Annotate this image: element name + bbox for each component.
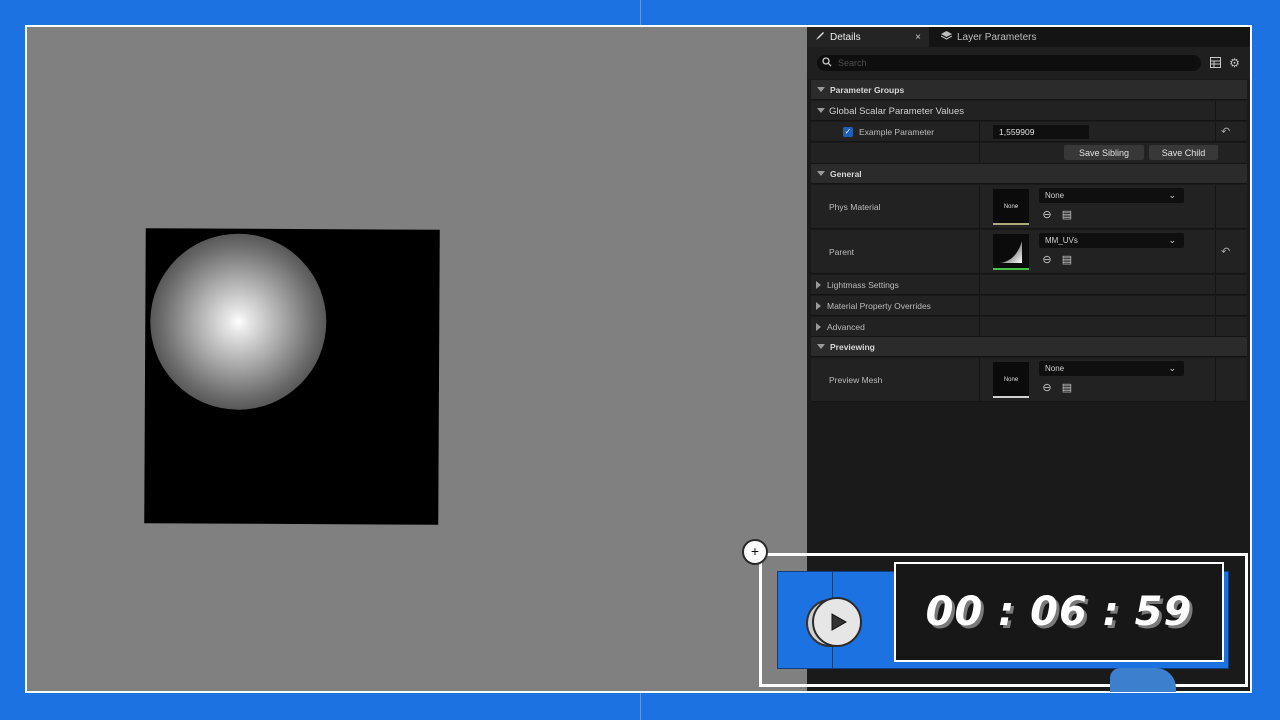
column-divider [979, 230, 980, 273]
phys-material-thumbnail[interactable]: None [993, 189, 1029, 225]
asset-color-bar [993, 223, 1029, 225]
section-previewing[interactable]: Previewing [811, 337, 1247, 357]
tab-layer-parameters-label: Layer Parameters [957, 31, 1037, 43]
search-box[interactable] [817, 55, 1201, 71]
column-divider [1215, 122, 1216, 141]
property-label: Example Parameter [859, 127, 935, 137]
section-general[interactable]: General [811, 164, 1247, 184]
group-title: Global Scalar Parameter Values [829, 106, 964, 117]
preview-mesh-thumbnail[interactable]: None [993, 362, 1029, 398]
example-parameter-value-field[interactable]: 1,559909 [993, 125, 1089, 139]
preview-mesh-combo[interactable]: None ⌄ [1039, 361, 1184, 376]
add-button[interactable]: + [742, 539, 768, 565]
section-advanced[interactable]: Advanced [811, 317, 1247, 337]
tab-details-label: Details [830, 31, 861, 43]
reset-to-default-icon[interactable]: ↶ [1221, 125, 1230, 138]
group-global-scalar[interactable]: Global Scalar Parameter Values [811, 101, 1247, 121]
search-icon [822, 57, 832, 69]
search-row: ⚙ [807, 47, 1250, 79]
section-title: Previewing [830, 341, 875, 352]
property-row-preview-mesh: Preview Mesh None None ⌄ ⊖ ▤ [811, 358, 1247, 402]
browse-folder-icon[interactable]: ▤ [1061, 254, 1073, 266]
chevron-down-icon: ⌄ [1168, 190, 1176, 200]
property-row-example-parameter: ✓ Example Parameter 1,559909 ↶ [811, 122, 1247, 142]
use-selected-asset-icon[interactable]: ⊖ [1041, 209, 1053, 221]
property-label: Phys Material [829, 202, 881, 212]
asset-color-bar [993, 268, 1029, 270]
caret-right-icon [816, 301, 821, 310]
search-input[interactable] [836, 57, 1180, 69]
section-title: General [830, 168, 862, 179]
tab-layer-parameters[interactable]: Layer Parameters [933, 27, 1063, 47]
play-button[interactable] [812, 597, 862, 647]
caret-down-icon [817, 87, 825, 92]
chevron-down-icon: ⌄ [1168, 235, 1176, 245]
tab-bar: Details × Layer Parameters [807, 27, 1250, 47]
phys-material-combo[interactable]: None ⌄ [1039, 188, 1184, 203]
column-divider [1215, 358, 1216, 401]
uv-gradient-thumbnail-icon [1000, 241, 1022, 263]
caret-right-icon [816, 280, 821, 289]
column-divider [979, 358, 980, 401]
timer-display: 00 : 06 : 59 [894, 562, 1224, 662]
save-buttons-row: Save Sibling Save Child [811, 143, 1247, 164]
radial-gradient-spot [149, 233, 327, 411]
section-title: Material Property Overrides [827, 300, 931, 311]
brush-icon [815, 31, 825, 44]
save-sibling-button[interactable]: Save Sibling [1064, 145, 1144, 160]
column-divider [1215, 275, 1216, 294]
section-lightmass-settings[interactable]: Lightmass Settings [811, 275, 1247, 295]
column-divider [979, 122, 980, 141]
timer-text: 00 : 06 : 59 [925, 589, 1193, 635]
caret-down-icon [817, 108, 825, 113]
combo-value: MM_UVs [1045, 236, 1078, 245]
caret-right-icon [816, 322, 821, 331]
section-material-property-overrides[interactable]: Material Property Overrides [811, 296, 1247, 316]
combo-value: None [1045, 364, 1065, 373]
section-parameter-groups[interactable]: Parameter Groups [811, 80, 1247, 100]
caret-down-icon [817, 171, 825, 176]
close-icon[interactable]: × [915, 32, 921, 43]
column-divider [979, 185, 980, 228]
column-divider [979, 317, 980, 336]
tab-details[interactable]: Details × [807, 27, 929, 47]
save-child-button[interactable]: Save Child [1149, 145, 1218, 160]
column-divider [1215, 185, 1216, 228]
combo-value: None [1045, 191, 1065, 200]
browse-folder-icon[interactable]: ▤ [1061, 382, 1073, 394]
parent-material-thumbnail[interactable] [993, 234, 1029, 270]
thumbnail-label: None [1003, 204, 1019, 210]
parent-combo[interactable]: MM_UVs ⌄ [1039, 233, 1184, 248]
section-title: Advanced [827, 321, 865, 332]
material-preview-viewport[interactable] [27, 27, 807, 691]
column-divider [1215, 230, 1216, 273]
asset-color-bar [993, 396, 1029, 398]
decorative-shape [1110, 668, 1176, 692]
play-icon [831, 613, 847, 631]
property-label: Parent [829, 247, 855, 257]
column-divider [979, 296, 980, 315]
column-divider [1215, 317, 1216, 336]
section-title: Lightmass Settings [827, 279, 899, 290]
column-divider [979, 143, 980, 163]
material-preview-square [144, 228, 440, 525]
property-label: Preview Mesh [829, 375, 883, 385]
browse-folder-icon[interactable]: ▤ [1061, 209, 1073, 221]
use-selected-asset-icon[interactable]: ⊖ [1041, 382, 1053, 394]
section-title: Parameter Groups [830, 84, 905, 95]
column-divider [1215, 296, 1216, 315]
property-row-parent: Parent MM_UVs ⌄ ⊖ ▤ ↶ [811, 230, 1247, 274]
column-divider [1215, 101, 1216, 120]
chevron-down-icon: ⌄ [1168, 363, 1176, 373]
example-parameter-checkbox[interactable]: ✓ [843, 127, 853, 137]
layers-icon [940, 30, 953, 44]
caret-down-icon [817, 344, 825, 349]
thumbnail-label: None [1003, 377, 1019, 383]
property-row-phys-material: Phys Material None None ⌄ ⊖ ▤ [811, 185, 1247, 229]
settings-gear-icon[interactable]: ⚙ [1228, 57, 1241, 70]
reset-to-default-icon[interactable]: ↶ [1221, 245, 1230, 258]
column-divider [979, 275, 980, 294]
use-selected-asset-icon[interactable]: ⊖ [1041, 254, 1053, 266]
table-view-icon[interactable] [1209, 57, 1222, 70]
